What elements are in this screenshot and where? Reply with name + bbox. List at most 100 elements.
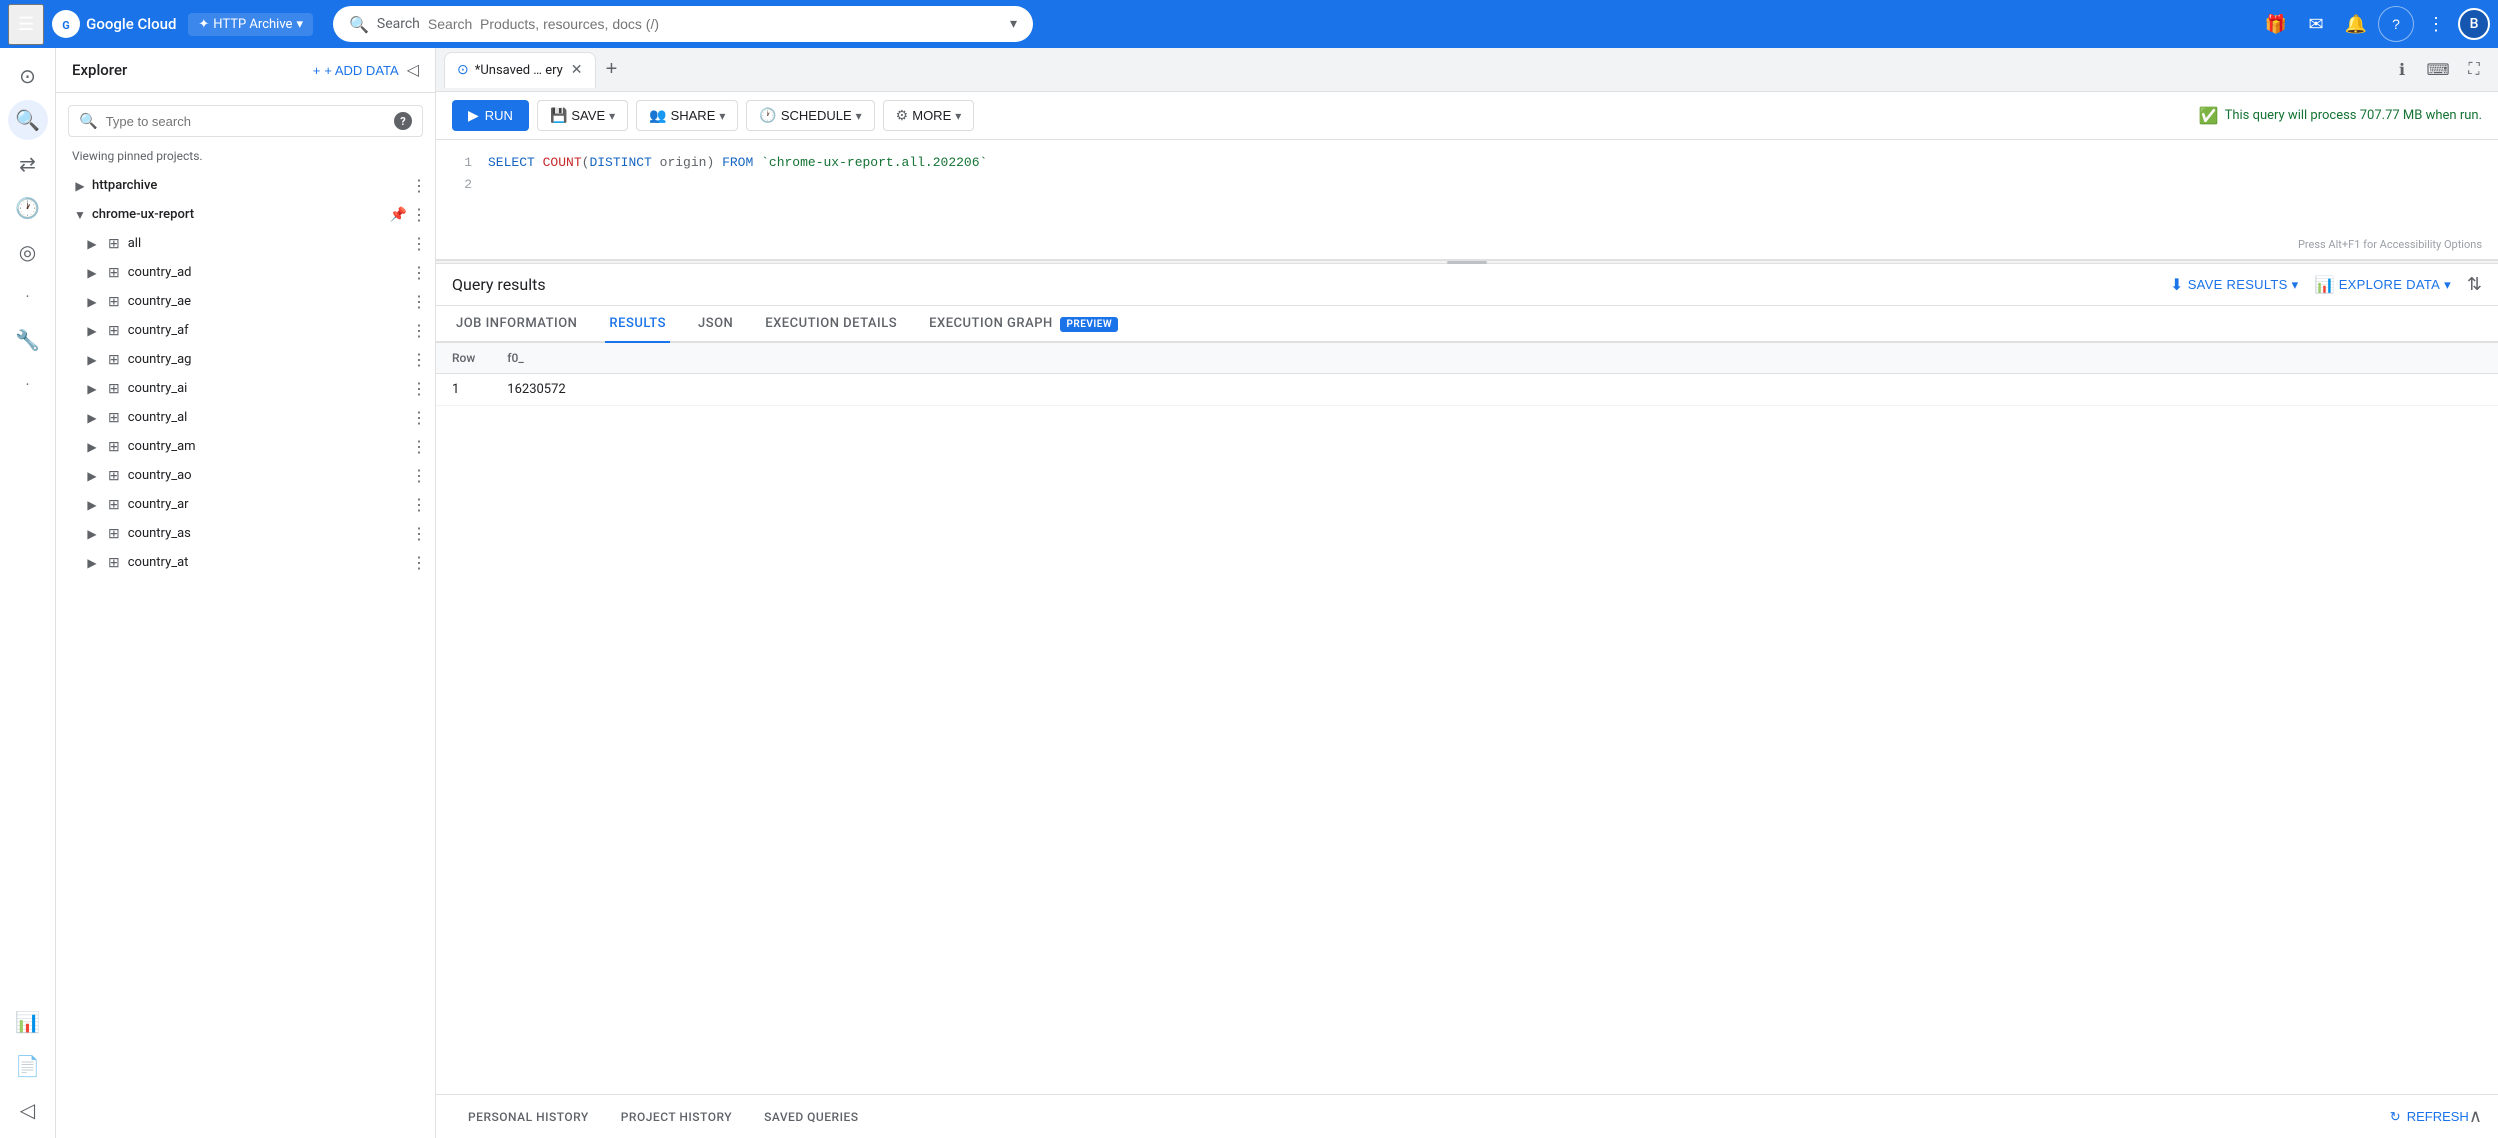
sidebar-collapse-icon[interactable]: ◁ bbox=[8, 1090, 48, 1130]
tree-item-httparchive[interactable]: ▶ httparchive ⋮ bbox=[56, 171, 435, 200]
more-vert-icon[interactable]: ⋮ bbox=[411, 379, 427, 398]
fullscreen-icon[interactable]: ⛶ bbox=[2458, 54, 2490, 86]
tabs-bar: ⊙ *Unsaved … ery ✕ + ℹ ⌨ ⛶ bbox=[436, 48, 2498, 92]
more-vert-icon[interactable]: ⋮ bbox=[411, 205, 427, 224]
close-tab-icon[interactable]: ✕ bbox=[571, 62, 583, 78]
tree-item-all[interactable]: ▶ ⊞ all ⋮ bbox=[56, 229, 435, 258]
hamburger-icon[interactable]: ☰ bbox=[8, 4, 44, 45]
results-table: Row f0_ 1 16230572 bbox=[436, 343, 2498, 406]
sidebar-icon-doc[interactable]: 📄 bbox=[8, 1046, 48, 1086]
add-tab-button[interactable]: + bbox=[598, 56, 626, 84]
more-vert-icon[interactable]: ⋮ bbox=[411, 495, 427, 514]
more-vert-icon[interactable]: ⋮ bbox=[411, 292, 427, 311]
sidebar-icon-transfer[interactable]: ⇄ bbox=[8, 144, 48, 184]
table-icon: ⊞ bbox=[108, 294, 120, 310]
more-label: MORE bbox=[912, 108, 951, 123]
info-icon[interactable]: ℹ bbox=[2386, 54, 2418, 86]
more-vert-icon[interactable]: ⋮ bbox=[411, 408, 427, 427]
email-icon[interactable]: ✉ bbox=[2298, 6, 2334, 42]
more-vert-icon[interactable]: ⋮ bbox=[411, 321, 427, 340]
more-vert-icon[interactable]: ⋮ bbox=[2418, 6, 2454, 42]
tab-results[interactable]: RESULTS bbox=[605, 306, 670, 343]
top-nav: ☰ G Google Cloud ✦ HTTP Archive ▾ 🔍 Sear… bbox=[0, 0, 2498, 48]
explorer-search-input[interactable] bbox=[106, 114, 386, 129]
collapse-explorer-button[interactable]: ◁ bbox=[407, 60, 419, 80]
more-vert-icon[interactable]: ⋮ bbox=[411, 553, 427, 572]
tree-item-country-ai[interactable]: ▶ ⊞ country_ai ⋮ bbox=[56, 374, 435, 403]
search-chevron-icon[interactable]: ▾ bbox=[1010, 16, 1017, 32]
sidebar-icon-wrench[interactable]: 🔧 bbox=[8, 320, 48, 360]
svg-text:G: G bbox=[62, 19, 70, 32]
sidebar-icon-dashboard[interactable]: ⊙ bbox=[8, 56, 48, 96]
sidebar-icon-explore[interactable]: ◎ bbox=[8, 232, 48, 272]
schedule-button[interactable]: 🕐 SCHEDULE ▾ bbox=[746, 100, 874, 131]
collapse-bottom-button[interactable]: ∧ bbox=[2469, 1106, 2482, 1127]
share-button[interactable]: 👥 SHARE ▾ bbox=[636, 100, 738, 131]
chevron-right-icon: ▶ bbox=[84, 411, 100, 425]
tree-item-country-af[interactable]: ▶ ⊞ country_af ⋮ bbox=[56, 316, 435, 345]
tree-item-country-as[interactable]: ▶ ⊞ country_as ⋮ bbox=[56, 519, 435, 548]
avatar[interactable]: B bbox=[2458, 8, 2490, 40]
save-results-button[interactable]: ⬇ SAVE RESULTS ▾ bbox=[2170, 275, 2298, 295]
tab-project-history[interactable]: PROJECT HISTORY bbox=[605, 1095, 748, 1138]
explorer-search-box: 🔍 ? bbox=[68, 105, 423, 137]
explorer-header: Explorer + + ADD DATA ◁ bbox=[56, 48, 435, 93]
tab-json[interactable]: JSON bbox=[694, 306, 737, 343]
tab-saved-queries[interactable]: SAVED QUERIES bbox=[748, 1095, 874, 1138]
chevron-right-icon: ▶ bbox=[84, 440, 100, 454]
tree-item-country-ae[interactable]: ▶ ⊞ country_ae ⋮ bbox=[56, 287, 435, 316]
expand-results-button[interactable]: ⇅ bbox=[2467, 274, 2482, 295]
help-icon[interactable]: ? bbox=[2378, 6, 2414, 42]
project-icon: ✦ bbox=[198, 17, 209, 32]
tab-job-information[interactable]: JOB INFORMATION bbox=[452, 306, 581, 343]
tree-item-country-ad[interactable]: ▶ ⊞ country_ad ⋮ bbox=[56, 258, 435, 287]
code-line-2: 2 bbox=[452, 174, 2482, 196]
bottom-bar: PERSONAL HISTORY PROJECT HISTORY SAVED Q… bbox=[436, 1094, 2498, 1138]
tree-item-country-ao[interactable]: ▶ ⊞ country_ao ⋮ bbox=[56, 461, 435, 490]
results-header: Query results ⬇ SAVE RESULTS ▾ 📊 EXPLORE… bbox=[436, 264, 2498, 306]
tree-item-country-ar[interactable]: ▶ ⊞ country_ar ⋮ bbox=[56, 490, 435, 519]
chevron-right-icon: ▶ bbox=[84, 353, 100, 367]
more-vert-icon[interactable]: ⋮ bbox=[411, 176, 427, 195]
search-input[interactable] bbox=[428, 16, 998, 32]
gift-icon[interactable]: 🎁 bbox=[2258, 6, 2294, 42]
save-icon: 💾 bbox=[550, 107, 567, 124]
pinned-projects-label: Viewing pinned projects. bbox=[56, 145, 435, 171]
more-vert-icon[interactable]: ⋮ bbox=[411, 234, 427, 253]
explorer-help-icon[interactable]: ? bbox=[394, 112, 412, 130]
tab-execution-details[interactable]: EXECUTION DETAILS bbox=[761, 306, 901, 343]
tree-item-country-am[interactable]: ▶ ⊞ country_am ⋮ bbox=[56, 432, 435, 461]
sidebar-icon-history[interactable]: 🕐 bbox=[8, 188, 48, 228]
keyboard-icon[interactable]: ⌨ bbox=[2422, 54, 2454, 86]
run-button[interactable]: ▶ RUN bbox=[452, 100, 529, 131]
save-button[interactable]: 💾 SAVE ▾ bbox=[537, 100, 628, 131]
more-button[interactable]: ⚙ MORE ▾ bbox=[883, 100, 975, 131]
tree-item-country-ag[interactable]: ▶ ⊞ country_ag ⋮ bbox=[56, 345, 435, 374]
tree-item-country-at[interactable]: ▶ ⊞ country_at ⋮ bbox=[56, 548, 435, 577]
add-data-button[interactable]: + + ADD DATA bbox=[313, 63, 399, 78]
more-vert-icon[interactable]: ⋮ bbox=[411, 263, 427, 282]
more-vert-icon[interactable]: ⋮ bbox=[411, 350, 427, 369]
settings-icon: ⚙ bbox=[896, 107, 909, 124]
sidebar-dot1: • bbox=[8, 276, 48, 316]
tree-item-country-al[interactable]: ▶ ⊞ country_al ⋮ bbox=[56, 403, 435, 432]
editor-content[interactable]: 1 SELECT COUNT(DISTINCT origin) FROM `ch… bbox=[436, 140, 2498, 208]
sidebar-icon-search[interactable]: 🔍 bbox=[8, 100, 48, 140]
more-vert-icon[interactable]: ⋮ bbox=[411, 437, 427, 456]
explore-data-button[interactable]: 📊 EXPLORE DATA ▾ bbox=[2314, 275, 2450, 295]
project-selector[interactable]: ✦ HTTP Archive ▾ bbox=[188, 13, 313, 36]
project-name: HTTP Archive bbox=[213, 17, 292, 32]
chevron-right-icon: ▶ bbox=[84, 324, 100, 338]
editor-area[interactable]: 1 SELECT COUNT(DISTINCT origin) FROM `ch… bbox=[436, 140, 2498, 260]
query-tab[interactable]: ⊙ *Unsaved … ery ✕ bbox=[444, 52, 596, 88]
table-icon: ⊞ bbox=[108, 381, 120, 397]
tab-execution-graph[interactable]: EXECUTION GRAPH PREVIEW bbox=[925, 306, 1122, 343]
chevron-down-icon: ▾ bbox=[2444, 277, 2451, 293]
refresh-button[interactable]: ↻ REFRESH bbox=[2390, 1109, 2469, 1125]
tab-personal-history[interactable]: PERSONAL HISTORY bbox=[452, 1095, 605, 1138]
tree-item-chrome-ux-report[interactable]: ▼ chrome-ux-report 📌 ⋮ bbox=[56, 200, 435, 229]
sidebar-icon-chart[interactable]: 📊 bbox=[8, 1002, 48, 1042]
more-vert-icon[interactable]: ⋮ bbox=[411, 524, 427, 543]
bell-icon[interactable]: 🔔 bbox=[2338, 6, 2374, 42]
more-vert-icon[interactable]: ⋮ bbox=[411, 466, 427, 485]
